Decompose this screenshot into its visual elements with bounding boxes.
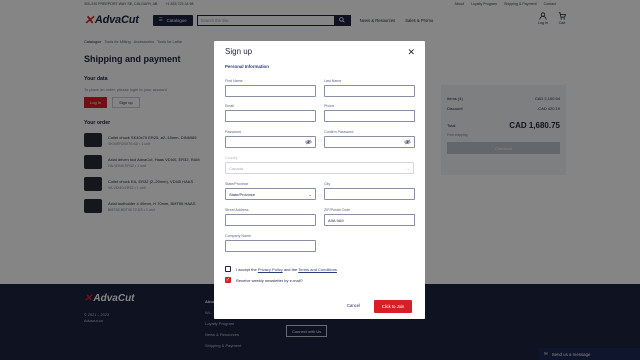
terms-link[interactable]: Terms and Conditions [298, 267, 337, 272]
cancel-button[interactable]: Cancel [343, 299, 364, 311]
accept-terms-checkbox[interactable] [225, 266, 231, 272]
email-label: Email [225, 104, 234, 108]
last-name-input[interactable] [324, 85, 415, 97]
street-input[interactable] [225, 214, 316, 226]
eye-off-icon[interactable] [305, 139, 312, 145]
password-field: Password [225, 130, 316, 148]
zip-field: ZIP/Postal Code A9A 9A9 [324, 208, 415, 226]
zip-input[interactable]: A9A 9A9 [324, 214, 415, 226]
city-input[interactable] [324, 188, 415, 200]
confirm-password-field: Confirm Password [324, 130, 415, 148]
confirm-password-input[interactable] [324, 136, 415, 148]
first-name-label: First Name [225, 79, 243, 83]
accept-terms-row: I accept the Privacy Policy and the Term… [225, 266, 337, 272]
last-name-field: Last Name [324, 79, 415, 97]
confirm-password-label: Confirm Password [324, 130, 354, 134]
company-field: Company Name [225, 234, 316, 252]
privacy-policy-link[interactable]: Privacy Policy [258, 267, 283, 272]
street-label: Street Address [225, 208, 249, 212]
state-field: State/Province State/Province ⌄ [225, 182, 316, 200]
city-field: City [324, 182, 415, 200]
phone-input[interactable] [324, 110, 415, 122]
first-name-field: First Name [225, 79, 316, 97]
state-value: State/Province [229, 191, 256, 197]
accept-and: and the [283, 266, 298, 272]
country-value: Canada [229, 165, 244, 171]
last-name-label: Last Name [324, 79, 342, 83]
newsletter-label: Receive weekly newsletter by e-mail? [236, 277, 303, 283]
password-label: Password [225, 130, 241, 134]
street-field: Street Address [225, 208, 316, 226]
country-label: Country [225, 156, 238, 160]
chevron-down-icon: ⌄ [308, 191, 312, 197]
newsletter-row: ✓ Receive weekly newsletter by e-mail? [225, 277, 303, 283]
chevron-down-icon: ⌄ [406, 165, 410, 171]
email-input[interactable] [225, 110, 316, 122]
zip-label: ZIP/Postal Code [324, 208, 351, 212]
phone-label: Phone [324, 104, 335, 108]
country-field: Country Canada ⌄ [225, 156, 414, 174]
newsletter-checkbox[interactable]: ✓ [225, 277, 231, 283]
first-name-input[interactable] [225, 85, 316, 97]
phone-field: Phone [324, 104, 415, 122]
email-field: Email [225, 104, 316, 122]
dialog-title: Sign up [225, 47, 253, 56]
state-label: State/Province [225, 182, 249, 186]
close-icon[interactable]: ✕ [407, 48, 415, 57]
password-input[interactable] [225, 136, 316, 148]
state-select[interactable]: State/Province ⌄ [225, 188, 316, 200]
country-select[interactable]: Canada ⌄ [225, 162, 414, 174]
city-label: City [324, 182, 331, 186]
accept-prefix: I accept the [236, 266, 257, 272]
company-label: Company Name [225, 234, 251, 238]
zip-value: A9A 9A9 [328, 217, 344, 223]
company-input[interactable] [225, 240, 316, 252]
join-button[interactable]: Click to Join [374, 300, 412, 313]
eye-off-icon[interactable] [404, 139, 411, 145]
signup-dialog: Sign up ✕ Personal Information First Nam… [214, 41, 425, 319]
section-heading: Personal Information [225, 64, 269, 69]
